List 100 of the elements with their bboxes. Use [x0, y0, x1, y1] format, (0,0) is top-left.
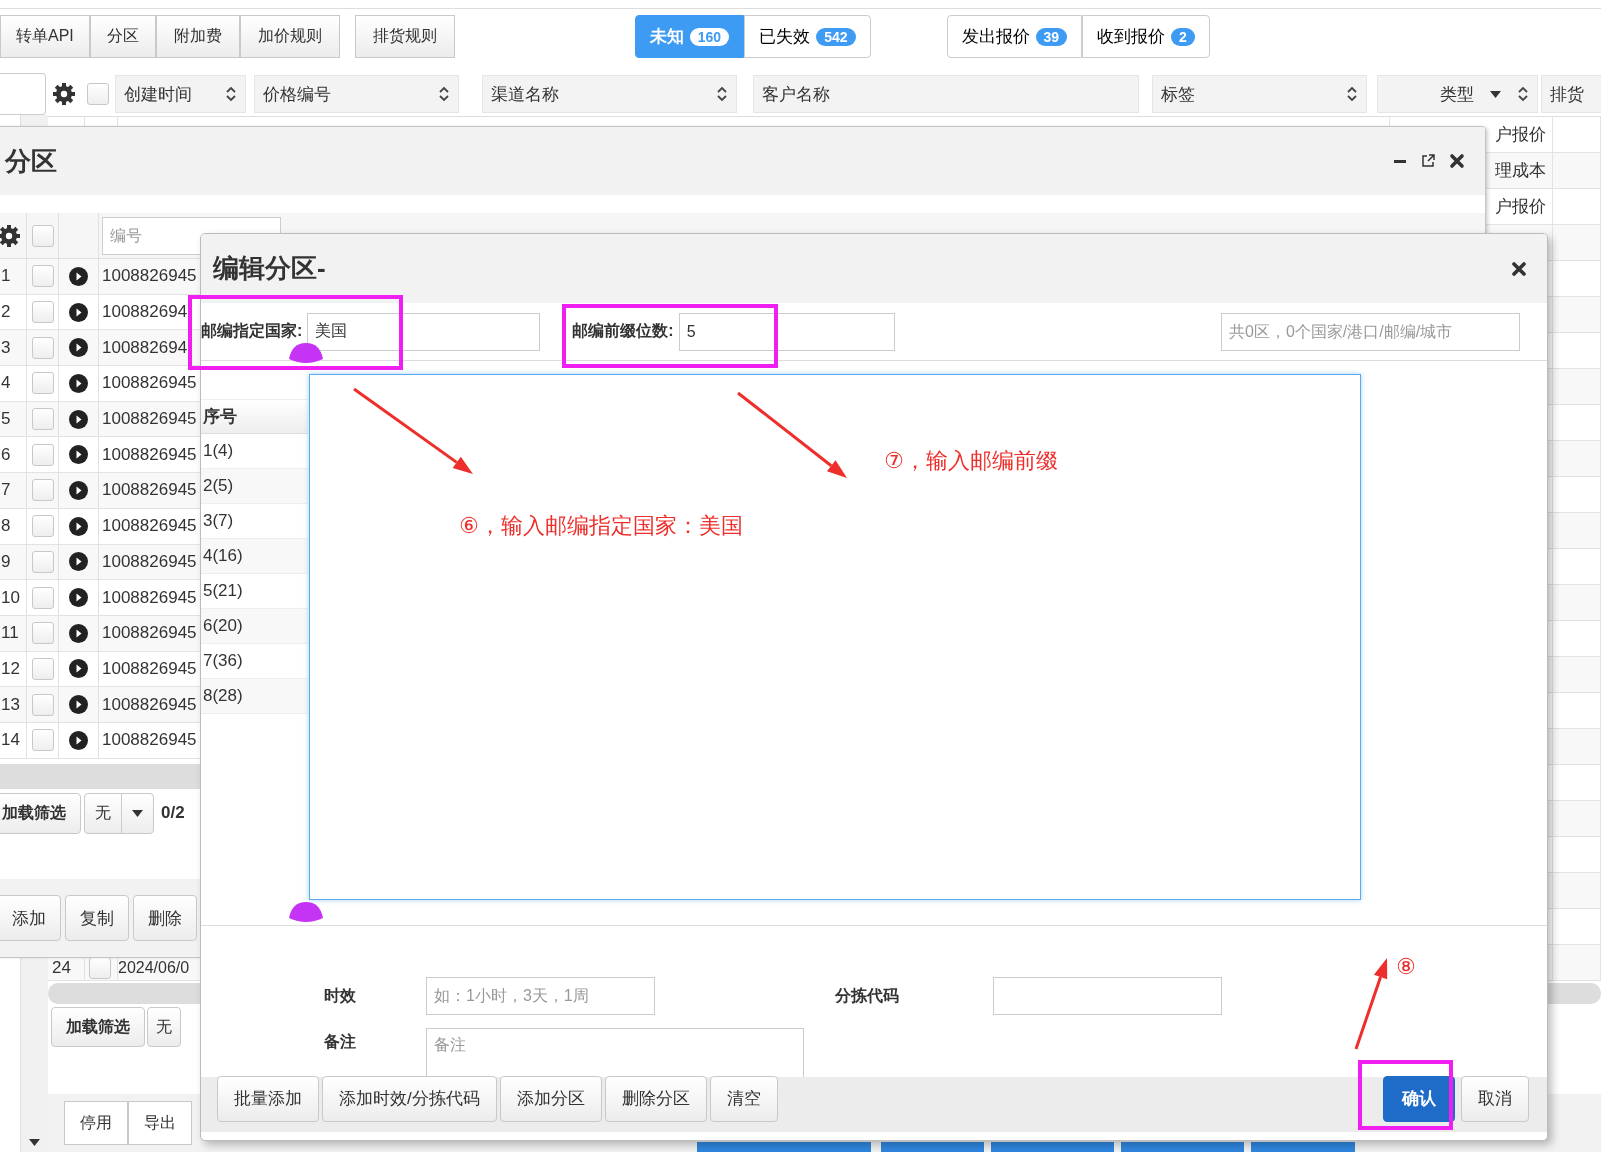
annotation-text: ⑦，输入邮编前缀	[884, 447, 1058, 475]
action-button[interactable]: 导出	[128, 1101, 192, 1145]
filter-select[interactable]: 无	[147, 1007, 181, 1047]
close-icon[interactable]	[1511, 260, 1527, 277]
cancel-button[interactable]: 取消	[1461, 1075, 1529, 1122]
tool-button[interactable]: 添加分区	[499, 1075, 602, 1122]
table-cell-text: 1008826945	[101, 623, 197, 644]
field-label: 分拣代码	[835, 986, 900, 1006]
column-header[interactable]: 客户名称	[752, 75, 1139, 113]
nav-button[interactable]: 加价规则	[239, 15, 340, 58]
column-header[interactable]: 标签	[1151, 75, 1367, 113]
sort-icon[interactable]	[1345, 86, 1358, 102]
pointer-marker	[289, 902, 323, 922]
play-icon[interactable]	[69, 516, 88, 536]
checkbox[interactable]	[87, 83, 109, 105]
column-header[interactable]: 渠道名称	[482, 75, 737, 113]
sort-icon[interactable]	[1517, 86, 1530, 102]
checkbox[interactable]	[31, 657, 54, 680]
column-header[interactable]: 排货	[1541, 75, 1601, 113]
action-button[interactable]: 删除	[133, 895, 197, 941]
tool-button[interactable]: 删除分区	[604, 1075, 707, 1122]
column-header[interactable]: 创建时间	[114, 75, 246, 113]
action-button[interactable]: 添加	[0, 895, 61, 941]
play-icon[interactable]	[69, 409, 88, 429]
settings-icon[interactable]	[0, 223, 21, 248]
table-cell-text: 1008826945	[101, 694, 197, 715]
zone-item[interactable]: 6(20)	[201, 609, 308, 644]
sort-icon[interactable]	[438, 86, 451, 102]
checkbox[interactable]	[31, 265, 54, 288]
zone-item[interactable]: 2(5)	[201, 469, 308, 504]
table-cell-text: 1008826945	[101, 480, 197, 501]
tool-button[interactable]: 清空	[709, 1075, 778, 1122]
aging-field[interactable]: 如：1小时，3天，1周	[426, 977, 655, 1015]
table-cell-text: 100882694	[101, 337, 188, 358]
row-number: 10	[0, 580, 27, 615]
checkbox[interactable]	[31, 693, 54, 716]
checkbox[interactable]	[89, 956, 111, 979]
prefix-field[interactable]: 5	[678, 312, 895, 351]
sort-code-field[interactable]	[993, 977, 1222, 1015]
play-icon[interactable]	[69, 338, 88, 358]
schedule-button[interactable]: 排货规则	[354, 15, 455, 58]
play-icon[interactable]	[69, 588, 88, 608]
table-cell: 2024/06/0	[118, 958, 190, 977]
field-label: 备注	[324, 1032, 357, 1052]
checkbox[interactable]	[31, 550, 54, 573]
action-button[interactable]: 复制	[65, 895, 129, 941]
table-cell-text: 1008826945	[101, 658, 197, 679]
row-number: 7	[0, 473, 27, 508]
row-number: 1	[0, 259, 27, 294]
play-icon[interactable]	[69, 266, 88, 286]
status-tab[interactable]: 已失效 542	[744, 15, 871, 58]
play-icon[interactable]	[69, 695, 88, 715]
play-icon[interactable]	[69, 480, 88, 500]
play-icon[interactable]	[69, 623, 88, 643]
checkbox[interactable]	[31, 586, 54, 609]
column-header[interactable]: 价格编号	[253, 75, 460, 113]
checkbox[interactable]	[31, 336, 54, 359]
checkbox[interactable]	[31, 408, 54, 431]
tool-button[interactable]: 添加时效/分拣代码	[322, 1075, 497, 1122]
checkbox[interactable]	[31, 515, 54, 538]
play-icon[interactable]	[69, 302, 88, 322]
row-number: 5	[0, 401, 27, 437]
caret-icon	[1490, 90, 1502, 98]
play-icon[interactable]	[69, 730, 88, 750]
remark-field[interactable]: 备注	[426, 1028, 804, 1077]
row-number: 6	[0, 437, 27, 473]
field-label: 邮编指定国家:	[201, 321, 303, 341]
checkbox[interactable]	[31, 224, 54, 247]
play-icon[interactable]	[69, 659, 88, 679]
field-label: 时效	[324, 986, 357, 1006]
checkbox[interactable]	[31, 729, 54, 752]
summary-field[interactable]: 共0区，0个国家/港口/邮编/城市	[1221, 312, 1520, 351]
sort-icon[interactable]	[224, 86, 237, 102]
popout-icon[interactable]	[1421, 154, 1435, 168]
confirm-button[interactable]: 确认	[1383, 1075, 1455, 1122]
zone-item[interactable]: 4(16)	[201, 539, 308, 574]
checkbox[interactable]	[31, 301, 54, 324]
nav-button[interactable]: 附加费	[155, 15, 240, 58]
checkbox[interactable]	[31, 443, 54, 466]
load-filter-button[interactable]: 加载筛选	[51, 1007, 145, 1047]
play-icon[interactable]	[69, 373, 88, 393]
table-cell-text: 1008826945	[101, 409, 197, 430]
sort-icon[interactable]	[715, 86, 728, 102]
play-icon[interactable]	[69, 445, 88, 465]
checkbox[interactable]	[31, 372, 54, 395]
status-tab[interactable]: 收到报价 2	[1082, 15, 1210, 58]
nav-button[interactable]: 分区	[89, 15, 156, 58]
filter-select[interactable]: 无	[84, 792, 154, 834]
checkbox[interactable]	[31, 622, 54, 645]
close-icon[interactable]	[1449, 153, 1465, 169]
tool-button[interactable]: 批量添加	[217, 1075, 319, 1122]
column-header[interactable]: 类型	[1376, 75, 1539, 113]
play-icon[interactable]	[69, 552, 88, 572]
nav-button[interactable]: 转单API	[0, 15, 90, 58]
checkbox[interactable]	[31, 479, 54, 502]
zone-item[interactable]: 8(28)	[201, 679, 308, 714]
country-field[interactable]: 美国	[307, 312, 541, 351]
action-button[interactable]: 停用	[64, 1101, 128, 1145]
status-tab[interactable]: 发出报价 39	[946, 15, 1083, 58]
load-filter-button[interactable]: 加载筛选	[0, 792, 81, 834]
